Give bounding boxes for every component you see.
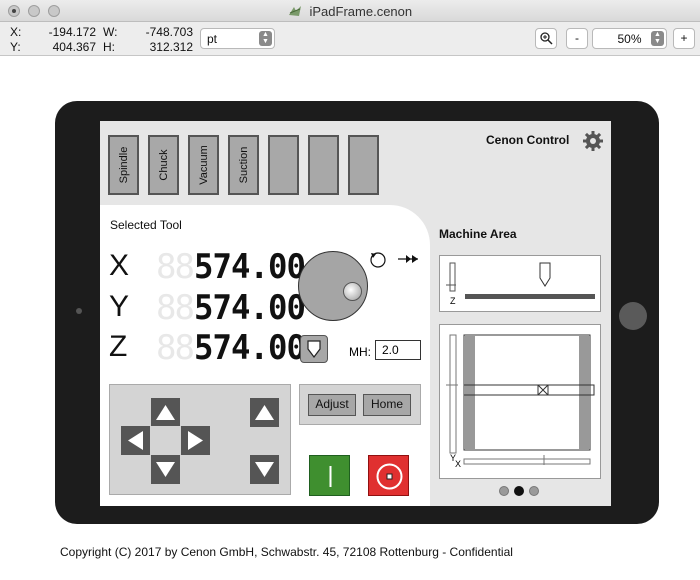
y-value: 404.367 — [52, 40, 96, 54]
start-button[interactable] — [309, 455, 350, 496]
tool-label: Spindle — [117, 146, 130, 184]
axis-z-ghost-digits: 88 — [156, 328, 195, 368]
control-panel: Selected Tool X 88 574.00 Y 88 574.00 Z … — [100, 205, 430, 506]
home-axis-button[interactable]: Home — [363, 394, 411, 416]
top-view-diagram — [446, 334, 595, 465]
adjust-button[interactable]: Adjust — [308, 394, 356, 416]
w-label: W: — [103, 25, 118, 39]
zoom-select-value: 50% — [617, 32, 642, 46]
arrow-right-icon — [188, 431, 203, 450]
zoom-plus-button[interactable]: + — [673, 28, 695, 49]
arrow-down-icon — [255, 462, 274, 477]
page-dot[interactable] — [499, 486, 509, 496]
jog-z-down-button[interactable] — [250, 455, 279, 484]
x-axis-label: X — [455, 459, 462, 469]
jog-down-button[interactable] — [151, 455, 180, 484]
tool-button-chuck[interactable]: Chuck — [148, 135, 179, 195]
page-dot-active[interactable] — [514, 486, 524, 496]
machine-area-title: Machine Area — [439, 227, 517, 241]
jog-right-button[interactable] — [181, 426, 210, 455]
chevron-updown-icon: ▲ ▼ — [651, 31, 664, 46]
stop-button[interactable] — [368, 455, 409, 496]
axis-x-readout: 574.00 — [194, 247, 306, 287]
mh-input[interactable]: 2.0 — [375, 340, 421, 360]
jog-left-button[interactable] — [121, 426, 150, 455]
tool-label: Vacuum — [197, 145, 210, 185]
tool-button-empty[interactable] — [268, 135, 299, 195]
side-view-diagram — [446, 262, 595, 299]
tool-button-empty[interactable] — [348, 135, 379, 195]
tool-tip-icon — [307, 340, 321, 358]
axis-y-ghost-digits: 88 — [156, 288, 195, 328]
arrow-up-icon — [156, 405, 175, 420]
camera-dot — [76, 308, 82, 314]
stop-icon — [376, 463, 403, 490]
unit-select[interactable]: pt ▲ ▼ — [200, 28, 275, 49]
jog-knob[interactable] — [298, 251, 368, 321]
zoom-in-icon — [539, 32, 553, 45]
y-label: Y: — [10, 40, 21, 54]
tool-label: Chuck — [157, 149, 170, 181]
h-value: 312.312 — [149, 40, 193, 54]
zoom-in-button[interactable] — [535, 28, 557, 49]
zoom-out-button[interactable]: - — [566, 28, 588, 49]
jog-z-up-button[interactable] — [250, 398, 279, 427]
machine-area-panel: Machine Area Z Y X — [430, 205, 611, 506]
jog-center-button[interactable] — [151, 426, 180, 455]
x-label: X: — [10, 25, 22, 39]
arrow-left-icon — [128, 431, 143, 450]
axis-y-label: Y — [109, 290, 130, 323]
jog-pad — [109, 384, 291, 495]
tool-button-vacuum[interactable]: Vacuum — [188, 135, 219, 195]
z-axis-label: Z — [450, 296, 456, 306]
app-screen: Spindle Chuck Vacuum Suction Cenon Contr… — [100, 121, 611, 506]
ipad-frame: Spindle Chuck Vacuum Suction Cenon Contr… — [55, 101, 659, 524]
unit-select-value: pt — [207, 32, 218, 46]
rotate-icon[interactable] — [368, 249, 388, 269]
machine-top-view: Y X — [439, 324, 601, 479]
zoom-select[interactable]: 50% ▲ ▼ — [592, 28, 667, 49]
copyright-footer: Copyright (C) 2017 by Cenon GmbH, Schwab… — [60, 545, 513, 559]
arrow-down-icon — [156, 462, 175, 477]
fast-forward-icon[interactable] — [398, 253, 420, 265]
tool-button-empty[interactable] — [308, 135, 339, 195]
app-title: Cenon Control — [486, 133, 570, 147]
selected-tool-label: Selected Tool — [110, 218, 182, 232]
axis-z-label: Z — [109, 330, 128, 363]
window-titlebar: iPadFrame.cenon — [0, 0, 700, 22]
window-title: iPadFrame.cenon — [0, 4, 700, 19]
page-indicator[interactable] — [499, 485, 544, 497]
page-dot[interactable] — [529, 486, 539, 496]
start-icon — [329, 466, 332, 487]
gear-icon[interactable] — [582, 130, 604, 152]
axis-x-label: X — [109, 249, 130, 282]
w-value: -748.703 — [145, 25, 193, 39]
tool-button-suction[interactable]: Suction — [228, 135, 259, 195]
axis-z-readout: 574.00 — [194, 328, 306, 368]
axis-x-ghost-digits: 88 — [156, 247, 195, 287]
window-title-text: iPadFrame.cenon — [309, 4, 413, 19]
jog-up-button[interactable] — [151, 398, 180, 427]
jog-knob-handle[interactable] — [343, 282, 362, 301]
home-button[interactable] — [619, 302, 647, 330]
machine-side-view: Z — [439, 255, 601, 312]
coordinate-infobar: X: -194.172 Y: 404.367 W: -748.703 H: 31… — [0, 22, 700, 56]
h-label: H: — [103, 40, 115, 54]
tool-tip-button[interactable] — [300, 335, 328, 363]
arrow-up-icon — [255, 405, 274, 420]
document-icon — [288, 6, 301, 16]
adjust-home-group: Adjust Home — [299, 384, 421, 425]
axis-y-readout: 574.00 — [194, 288, 306, 328]
mh-label: MH: — [349, 345, 371, 359]
x-value: -194.172 — [48, 25, 96, 39]
tool-button-spindle[interactable]: Spindle — [108, 135, 139, 195]
tool-label: Suction — [237, 146, 250, 184]
chevron-updown-icon: ▲ ▼ — [259, 31, 272, 46]
